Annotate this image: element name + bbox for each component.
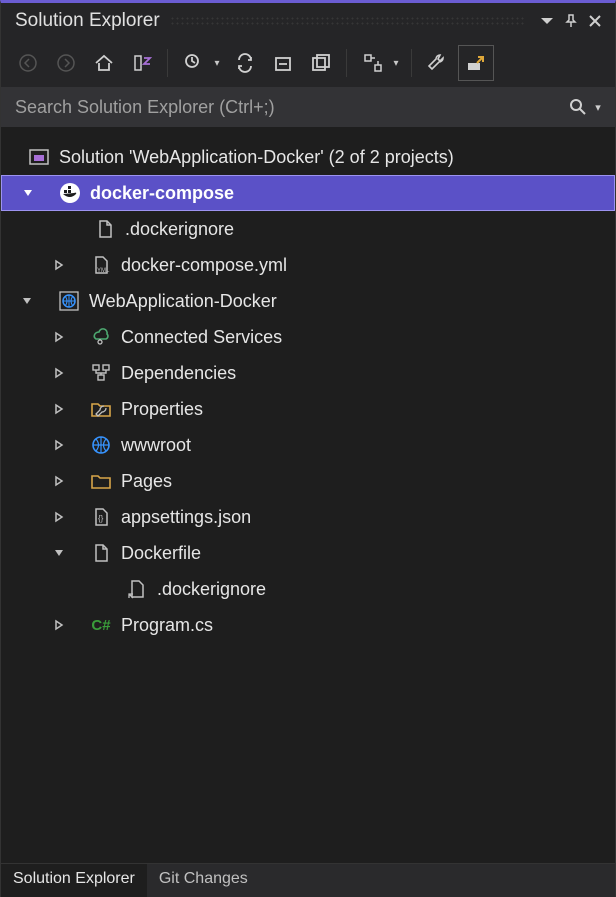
properties-folder-icon <box>89 397 113 421</box>
pin-icon[interactable] <box>559 9 583 33</box>
connected-services-node[interactable]: Connected Services <box>1 319 615 355</box>
toolbar-separator <box>346 49 347 77</box>
dockerignore-node[interactable]: .dockerignore <box>1 211 615 247</box>
globe-icon <box>89 433 113 457</box>
chevron-collapsed-icon[interactable] <box>51 365 67 381</box>
search-placeholder: Search Solution Explorer (Ctrl+;) <box>15 97 567 118</box>
chevron-collapsed-icon[interactable] <box>51 617 67 633</box>
chevron-expanded-icon[interactable] <box>20 185 36 201</box>
toolbar-separator <box>167 49 168 77</box>
home-button[interactable] <box>87 46 121 80</box>
chevron-expanded-icon[interactable] <box>51 545 67 561</box>
tree-node-label: docker-compose.yml <box>121 255 287 276</box>
solution-label: Solution 'WebApplication-Docker' (2 of 2… <box>59 147 454 168</box>
solution-tree: Solution 'WebApplication-Docker' (2 of 2… <box>1 127 615 863</box>
dockerfile-node[interactable]: Dockerfile <box>1 535 615 571</box>
back-button[interactable] <box>11 46 45 80</box>
tab-git-changes[interactable]: Git Changes <box>147 864 260 897</box>
toolbar: ▾ ▾ <box>1 39 615 87</box>
tree-node-label: .dockerignore <box>125 219 234 240</box>
window-menu-icon[interactable] <box>535 9 559 33</box>
panel-drag-handle[interactable] <box>170 16 525 26</box>
forward-button[interactable] <box>49 46 83 80</box>
file-icon <box>89 541 113 565</box>
json-file-icon: {} <box>89 505 113 529</box>
toolbar-separator <box>411 49 412 77</box>
project-node[interactable]: WebApplication-Docker <box>1 283 615 319</box>
dependencies-icon <box>89 361 113 385</box>
appsettings-node[interactable]: {} appsettings.json <box>1 499 615 535</box>
panel-title-bar: Solution Explorer <box>1 3 615 39</box>
dependencies-node[interactable]: Dependencies <box>1 355 615 391</box>
connected-services-icon <box>89 325 113 349</box>
filter-button[interactable]: ▾ <box>176 45 224 81</box>
chevron-down-icon[interactable]: ▾ <box>390 58 402 69</box>
solution-icon <box>27 145 51 169</box>
docker-compose-yml-node[interactable]: YML docker-compose.yml <box>1 247 615 283</box>
svg-text:{}: {} <box>98 514 104 523</box>
tree-node-label: appsettings.json <box>121 507 251 528</box>
wwwroot-node[interactable]: wwwroot <box>1 427 615 463</box>
docker-compose-node[interactable]: docker-compose <box>1 175 615 211</box>
chevron-expanded-icon[interactable] <box>19 293 35 309</box>
sync-button[interactable] <box>228 46 262 80</box>
show-all-files-button[interactable] <box>304 46 338 80</box>
tree-node-label: Program.cs <box>121 615 213 636</box>
tree-node-label: Dependencies <box>121 363 236 384</box>
properties-node[interactable]: Properties <box>1 391 615 427</box>
pages-node[interactable]: Pages <box>1 463 615 499</box>
preview-button[interactable] <box>458 45 494 81</box>
chevron-collapsed-icon[interactable] <box>51 329 67 345</box>
properties-button[interactable] <box>420 46 454 80</box>
collapse-all-button[interactable] <box>266 46 300 80</box>
solution-node[interactable]: Solution 'WebApplication-Docker' (2 of 2… <box>1 139 615 175</box>
chevron-collapsed-icon[interactable] <box>51 401 67 417</box>
chevron-collapsed-icon[interactable] <box>51 437 67 453</box>
svg-text:YML: YML <box>97 268 110 274</box>
tree-node-label: Connected Services <box>121 327 282 348</box>
panel-title: Solution Explorer <box>15 10 160 32</box>
chevron-collapsed-icon[interactable] <box>51 509 67 525</box>
close-icon[interactable] <box>583 9 607 33</box>
docker-icon <box>58 181 82 205</box>
file-icon <box>93 217 117 241</box>
view-button[interactable]: ▾ <box>355 45 403 81</box>
dockerfile-ignore-node[interactable]: .dockerignore <box>1 571 615 607</box>
csharp-file-icon: C# <box>89 613 113 637</box>
tree-node-label: Properties <box>121 399 203 420</box>
yml-file-icon: YML <box>89 253 113 277</box>
program-cs-node[interactable]: C# Program.cs <box>1 607 615 643</box>
bottom-tab-bar: Solution Explorer Git Changes <box>1 863 615 897</box>
tree-node-label: wwwroot <box>121 435 191 456</box>
tree-node-label: Pages <box>121 471 172 492</box>
tree-node-label: WebApplication-Docker <box>89 291 277 312</box>
chevron-collapsed-icon[interactable] <box>51 257 67 273</box>
tree-node-label: docker-compose <box>90 183 234 204</box>
file-link-icon <box>125 577 149 601</box>
switch-views-button[interactable] <box>125 46 159 80</box>
folder-icon <box>89 469 113 493</box>
tree-node-label: .dockerignore <box>157 579 266 600</box>
web-project-icon <box>57 289 81 313</box>
search-icon <box>567 96 589 118</box>
tab-solution-explorer[interactable]: Solution Explorer <box>1 864 147 897</box>
chevron-down-icon[interactable]: ▾ <box>211 58 223 69</box>
tree-node-label: Dockerfile <box>121 543 201 564</box>
chevron-down-icon[interactable]: ▾ <box>591 101 605 114</box>
chevron-collapsed-icon[interactable] <box>51 473 67 489</box>
search-input[interactable]: Search Solution Explorer (Ctrl+;) ▾ <box>1 87 615 127</box>
